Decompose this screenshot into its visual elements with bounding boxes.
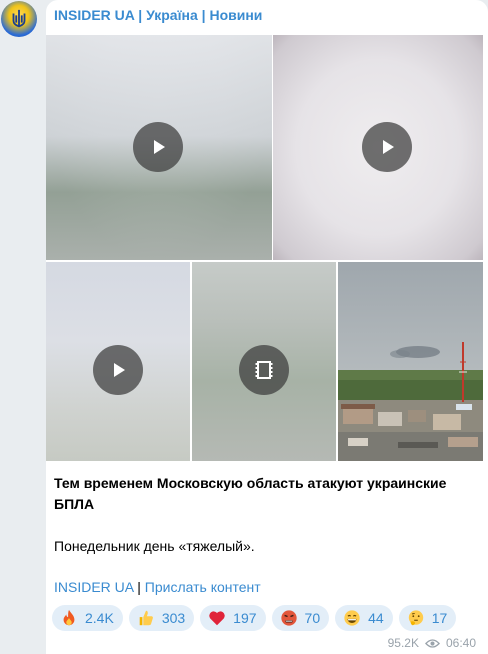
fire-icon (60, 609, 78, 627)
post-text: Тем временем Московскую область атакуют … (54, 473, 474, 557)
heart-icon (208, 609, 226, 627)
reaction-heart[interactable]: 197 (200, 605, 266, 631)
reaction-count: 197 (233, 610, 257, 626)
thinking-face-icon (407, 609, 425, 627)
media-video-4[interactable] (192, 262, 336, 461)
reaction-grin[interactable]: 44 (335, 605, 393, 631)
town-photo (338, 262, 483, 461)
reaction-fire[interactable]: 2.4K (52, 605, 123, 631)
angry-face-icon (280, 609, 298, 627)
media-photo-5[interactable] (338, 262, 483, 461)
media-video-3[interactable] (46, 262, 190, 461)
play-icon[interactable] (362, 122, 412, 172)
media-video-2[interactable] (273, 35, 483, 260)
reaction-thinking[interactable]: 17 (398, 605, 457, 631)
media-video-1[interactable] (46, 35, 272, 260)
eye-icon (425, 638, 440, 648)
post-links: INSIDER UA | Прислать контент (54, 577, 261, 597)
play-icon[interactable] (133, 122, 183, 172)
ukraine-trident-icon (12, 9, 26, 28)
view-count: 95.2K (387, 636, 419, 650)
post-headline: Тем временем Московскую область атакуют … (54, 475, 447, 512)
message-meta: 95.2K 06:40 (388, 636, 476, 650)
post-subtext: Понедельник день «тяжелый». (54, 538, 255, 554)
link-separator: | (133, 579, 145, 595)
channel-avatar[interactable] (1, 1, 37, 37)
reactions-bar: 2.4K 303 197 70 44 17 (52, 605, 457, 631)
reaction-thumbs-up[interactable]: 303 (128, 605, 195, 631)
channel-name[interactable]: INSIDER UA | Україна | Новини (54, 7, 262, 23)
reaction-count: 44 (368, 610, 384, 626)
thumbs-up-icon (137, 609, 155, 627)
reaction-count: 303 (161, 610, 186, 626)
reaction-count: 17 (431, 610, 448, 626)
play-icon[interactable] (93, 345, 143, 395)
channel-link[interactable]: INSIDER UA (54, 579, 133, 595)
grinning-face-icon (343, 609, 361, 627)
message-time: 06:40 (445, 636, 476, 650)
reaction-angry[interactable]: 70 (271, 605, 330, 631)
reaction-count: 70 (304, 610, 321, 626)
reaction-count: 2.4K (85, 610, 114, 626)
message-bubble: INSIDER UA | Україна | Новини Тем времен… (46, 0, 488, 654)
submit-content-link[interactable]: Прислать контент (145, 579, 261, 595)
film-icon[interactable] (239, 345, 289, 395)
